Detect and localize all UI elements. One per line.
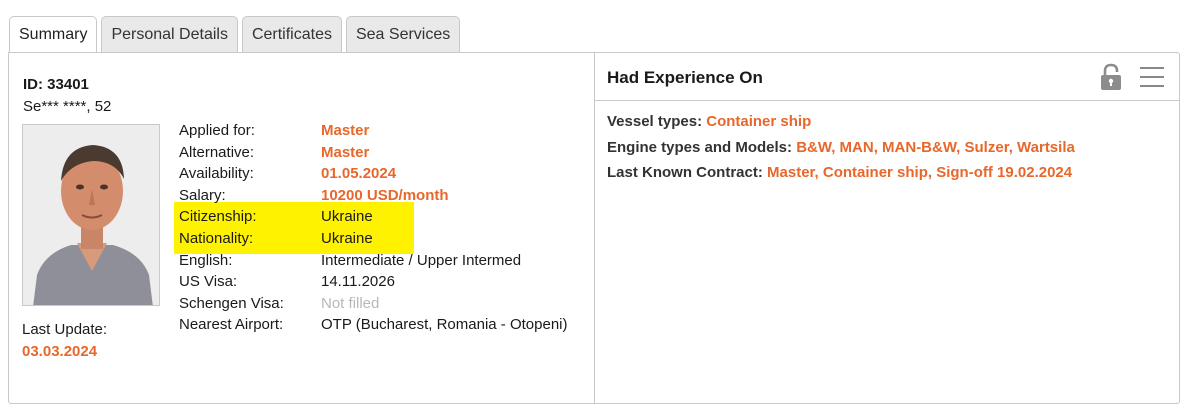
last-update-label: Last Update: [22, 321, 108, 338]
experience-value: Container ship [706, 113, 812, 130]
detail-row-nearest-airport: Nearest Airport: OTP (Bucharest, Romania… [179, 314, 568, 336]
candidate-name-age: Se*** ****, 52 [23, 98, 112, 115]
hamburger-menu-icon[interactable] [1140, 67, 1164, 87]
last-update-date: 03.03.2024 [22, 343, 98, 360]
experience-header: Had Experience On [595, 53, 1179, 101]
detail-value: OTP (Bucharest, Romania - Otopeni) [321, 316, 568, 334]
detail-value: 14.11.2026 [321, 273, 395, 291]
detail-row-citizenship: Citizenship: Ukraine [179, 206, 568, 228]
detail-value: 10200 USD/month [321, 186, 449, 204]
lock-icon[interactable] [1100, 63, 1122, 91]
detail-value: Master [321, 122, 370, 139]
detail-row-salary: Salary: 10200 USD/month [179, 185, 568, 207]
experience-vessel-types: Vessel types: Container ship [607, 109, 1075, 135]
summary-panel: ID: 33401 Se*** ****, 52 Last Update: 03… [8, 52, 1180, 404]
detail-row-english: English: Intermediate / Upper Intermed [179, 250, 568, 272]
panel-divider [594, 53, 595, 403]
experience-label: Vessel types: [607, 113, 703, 130]
detail-value: 01.05.2024 [321, 165, 397, 183]
detail-label: Availability: [179, 165, 254, 183]
tab-certificates[interactable]: Certificates [241, 16, 342, 53]
detail-label: Nationality: [179, 229, 254, 247]
detail-label: US Visa: [179, 273, 238, 291]
detail-value: Ukraine [321, 229, 373, 247]
experience-label: Engine types and Models: [607, 138, 793, 156]
experience-value: Master, Container ship, Sign-off 19.02.2… [767, 164, 1073, 181]
detail-row-availability: Availability: 01.05.2024 [179, 163, 568, 185]
experience-title: Had Experience On [607, 68, 763, 87]
experience-last-contract: Last Known Contract: Master, Container s… [607, 160, 1075, 186]
detail-row-us-visa: US Visa: 14.11.2026 [179, 271, 568, 293]
tab-sea-services[interactable]: Sea Services [345, 16, 461, 53]
detail-label: Nearest Airport: [179, 316, 284, 334]
detail-value: Ukraine [321, 208, 373, 226]
detail-row-applied-for: Applied for: Master [179, 120, 568, 142]
candidate-id: ID: 33401 [23, 76, 89, 93]
detail-row-schengen-visa: Schengen Visa: Not filled [179, 293, 568, 315]
tab-personal-details[interactable]: Personal Details [101, 16, 238, 53]
detail-label: Alternative: [179, 143, 255, 161]
detail-value: Master [321, 143, 370, 161]
detail-label: English: [179, 251, 233, 269]
detail-row-alternative: Alternative: Master [179, 142, 568, 164]
candidate-photo [22, 124, 160, 306]
experience-value: B&W, MAN, MAN-B&W, Sulzer, Wartsila [796, 138, 1075, 156]
tab-summary[interactable]: Summary [9, 16, 98, 54]
experience-body: Vessel types: Container ship Engine type… [607, 109, 1075, 186]
detail-label: Citizenship: [179, 208, 257, 226]
detail-row-nationality: Nationality: Ukraine [179, 228, 568, 250]
candidate-details: Applied for: Master Alternative: Master … [179, 120, 568, 336]
tab-bar: Summary Personal Details Certificates Se… [9, 16, 461, 54]
detail-label: Salary: [179, 186, 226, 204]
experience-engine-types: Engine types and Models: B&W, MAN, MAN-B… [607, 135, 1075, 161]
detail-value: Intermediate / Upper Intermed [321, 251, 522, 269]
detail-label: Applied for: [179, 122, 255, 139]
experience-label: Last Known Contract: [607, 164, 763, 181]
detail-value: Not filled [321, 294, 380, 312]
detail-label: Schengen Visa: [179, 294, 284, 312]
